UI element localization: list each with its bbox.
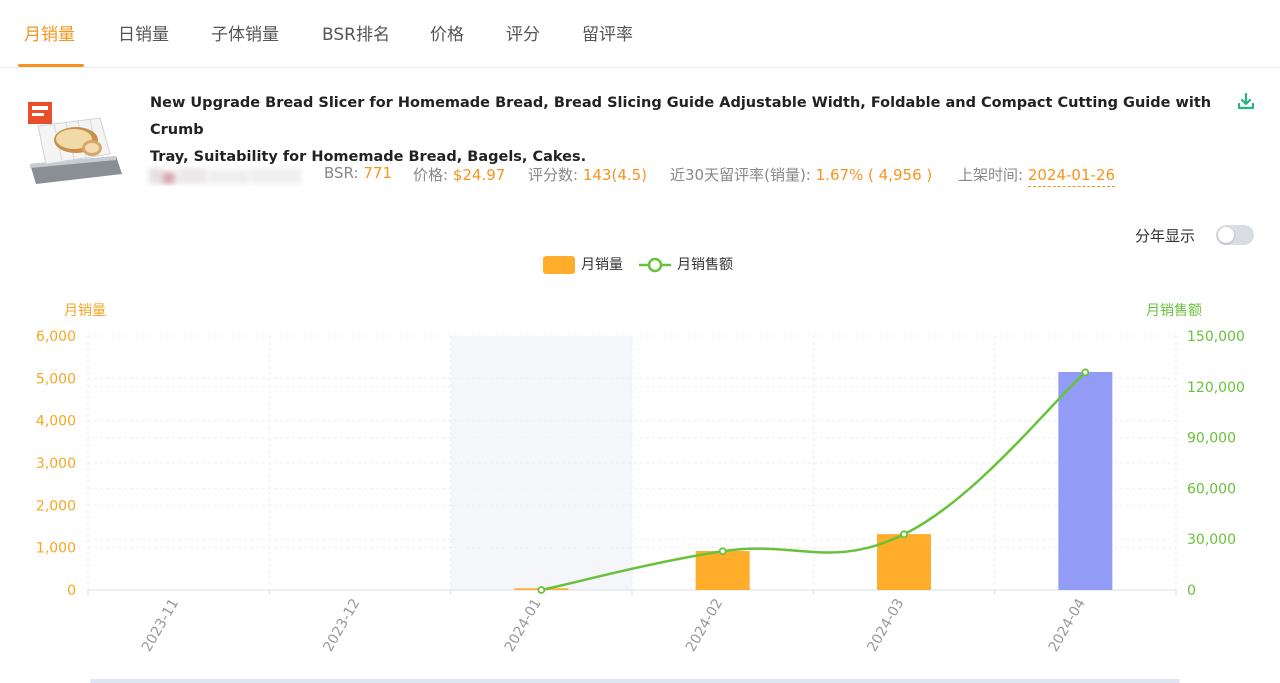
product-title-line-1: New Upgrade Bread Slicer for Homemade Br… (150, 95, 1212, 138)
left-axis-tick-label-0: 0 (67, 583, 76, 599)
year-toggle-label: 分年显示 (1135, 227, 1196, 245)
launch-date-value[interactable]: 2024-01-26 (1027, 166, 1116, 187)
left-axis-tick-label-3: 3,000 (36, 456, 76, 472)
year-toggle-switch[interactable] (1216, 225, 1254, 245)
tab-bar: 月销量 日销量 子体销量 BSR排名 价格 评分 留评率 (0, 0, 1280, 68)
right-axis-title: 月销售额 (1146, 303, 1202, 319)
reviews-label: 评分数: (528, 166, 579, 184)
reviews-value: 143(4.5) (582, 166, 648, 184)
price-value: $24.97 (452, 166, 506, 184)
product-image[interactable] (26, 96, 124, 188)
left-axis-tick-label-2: 2,000 (36, 498, 76, 514)
active-tab-indicator (18, 64, 84, 67)
x-axis-label-2023-11: 2023-11 (139, 596, 182, 655)
left-axis-title: 月销量 (64, 303, 106, 319)
bsr-value: 771 (363, 164, 392, 182)
bar-2024-02 (695, 551, 750, 590)
tab-variant-sales[interactable]: 子体销量 (211, 20, 279, 45)
tab-rating[interactable]: 评分 (506, 20, 540, 45)
price-metric: 价格: $24.97 (413, 164, 505, 185)
product-title[interactable]: New Upgrade Bread Slicer for Homemade Br… (150, 90, 1220, 171)
sales-chart: 0 1,000 2,000 3,000 4,000 5,000 6,000 0 30,000 60… (36, 329, 1245, 655)
launch-date-metric: 上架时间: 2024-01-26 (958, 164, 1116, 187)
launch-date-label: 上架时间: (958, 166, 1024, 184)
bsr-metric: BSR: 771 (324, 164, 392, 182)
x-axis-label-2024-01: 2024-01 (502, 596, 545, 655)
legend-line-swatch[interactable] (638, 255, 672, 275)
right-axis-tick-label-3: 90,000 (1187, 431, 1236, 447)
left-axis-tick-label-1: 1,000 (36, 541, 76, 557)
right-axis-tick-label-4: 120,000 (1187, 380, 1245, 396)
review-rate-metric: 近30天留评率(销量): 1.67% ( 4,956 ) (670, 164, 932, 185)
chart-zoom-slider[interactable] (90, 679, 1180, 683)
x-axis-label-2023-12: 2023-12 (320, 596, 363, 655)
review-rate-value: 1.67% ( 4,956 ) (815, 166, 933, 184)
x-axis-label-2024-03: 2024-03 (864, 596, 907, 655)
bsr-label: BSR: (324, 164, 359, 182)
legend-monthly-sales[interactable]: 月销量 (581, 254, 623, 274)
left-axis-tick-label-5: 5,000 (36, 371, 76, 387)
legend-bar-swatch[interactable] (543, 256, 575, 274)
revenue-point-2024-01 (537, 586, 546, 594)
left-axis-tick-label-6: 6,000 (36, 329, 76, 345)
bar-2024-04 (1058, 371, 1113, 590)
tab-price[interactable]: 价格 (430, 20, 464, 45)
right-axis-tick-label-1: 30,000 (1187, 532, 1236, 548)
review-rate-label: 近30天留评率(销量): (670, 166, 811, 184)
right-axis-tick-label-2: 60,000 (1187, 481, 1236, 497)
price-label: 价格: (413, 166, 449, 184)
right-axis-tick-label-5: 150,000 (1187, 329, 1245, 345)
revenue-point-2024-02 (718, 547, 727, 556)
tab-bsr-rank[interactable]: BSR排名 (322, 20, 390, 45)
tab-review-rate[interactable]: 留评率 (582, 20, 633, 45)
left-axis-tick-label-4: 4,000 (36, 414, 76, 430)
revenue-point-2024-03 (900, 530, 908, 539)
toggle-knob (1218, 227, 1234, 243)
download-icon[interactable] (1236, 92, 1256, 112)
tab-daily-sales[interactable]: 日销量 (118, 20, 169, 45)
revenue-point-2024-04 (1081, 368, 1090, 377)
tab-monthly-sales[interactable]: 月销量 (24, 20, 75, 45)
reviews-metric: 评分数: 143(4.5) (528, 164, 647, 185)
right-axis-tick-label-0: 0 (1187, 583, 1196, 599)
blurred-seller-info (149, 168, 301, 184)
x-axis-label-2024-02: 2024-02 (683, 596, 726, 655)
legend-monthly-revenue[interactable]: 月销售额 (677, 254, 733, 274)
x-axis-label-2024-04: 2024-04 (1046, 596, 1089, 655)
